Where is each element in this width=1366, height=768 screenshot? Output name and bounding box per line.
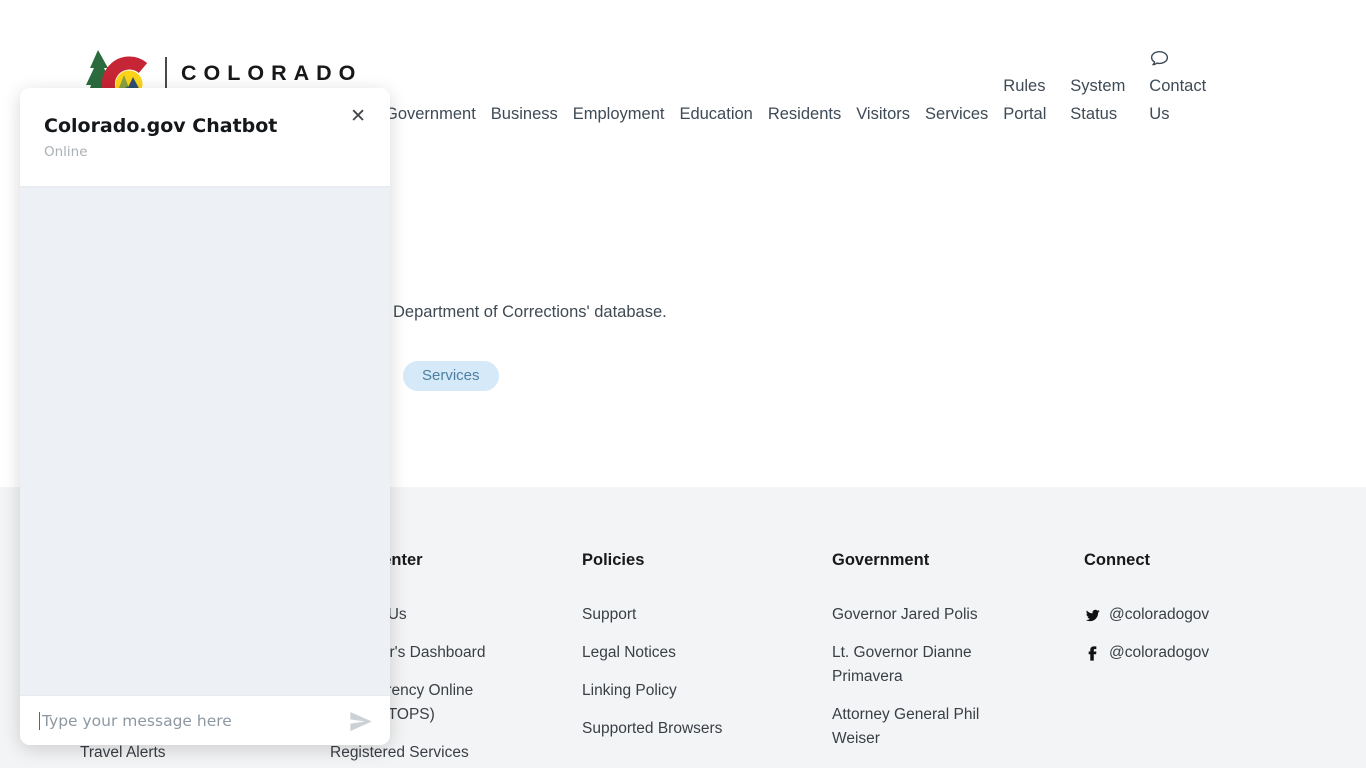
footer-link-lt-governor[interactable]: Lt. Governor Dianne Primavera: [832, 641, 997, 689]
send-icon: [347, 708, 374, 735]
chatbot-close-icon[interactable]: ✕: [350, 107, 366, 126]
nav-item-rules-portal[interactable]: Rules Portal: [1003, 72, 1055, 128]
nav-item-residents[interactable]: Residents: [768, 101, 841, 128]
footer-link-support[interactable]: Support: [582, 603, 762, 627]
nav-item-employment[interactable]: Employment: [573, 101, 665, 128]
page-description: Department of Corrections' database.: [393, 303, 667, 322]
page: COLORADO Government Business Employment …: [0, 0, 1366, 768]
chatbot-title: Colorado.gov Chatbot: [44, 114, 366, 138]
chat-bubble-icon: [1149, 48, 1170, 69]
twitter-handle: @coloradogov: [1109, 603, 1209, 627]
facebook-icon: [1084, 645, 1101, 662]
contact-us-label: Contact Us: [1149, 72, 1219, 128]
footer-link-attorney-general[interactable]: Attorney General Phil Weiser: [832, 703, 997, 751]
footer-heading-policies: Policies: [582, 549, 762, 571]
services-tag[interactable]: Services: [403, 361, 499, 391]
footer-link-governor[interactable]: Governor Jared Polis: [832, 603, 997, 627]
text-caret: [39, 712, 40, 730]
footer-column-policies: Policies Support Legal Notices Linking P…: [582, 549, 762, 755]
chatbot-input-bar: [20, 695, 390, 745]
chatbot-message-area: [20, 186, 390, 695]
send-message-button[interactable]: [347, 708, 374, 735]
chatbot-header: Colorado.gov Chatbot Online ✕: [20, 88, 390, 186]
twitter-icon: [1084, 607, 1101, 624]
nav-item-business[interactable]: Business: [491, 101, 558, 128]
footer-heading-connect: Connect: [1084, 549, 1284, 571]
footer-link-facebook[interactable]: @coloradogov: [1084, 641, 1284, 665]
footer-column-connect: Connect @coloradogov @coloradogov: [1084, 549, 1284, 679]
chatbot-message-input[interactable]: [42, 712, 338, 730]
nav-item-system-status[interactable]: System Status: [1070, 72, 1134, 128]
footer-heading-government: Government: [832, 549, 997, 571]
facebook-handle: @coloradogov: [1109, 641, 1209, 665]
footer-link-legal-notices[interactable]: Legal Notices: [582, 641, 762, 665]
primary-nav: Government Business Employment Education…: [385, 40, 1219, 128]
nav-item-services[interactable]: Services: [925, 101, 988, 128]
chatbot-panel: Colorado.gov Chatbot Online ✕: [20, 88, 390, 745]
nav-item-education[interactable]: Education: [679, 101, 752, 128]
footer-link-twitter[interactable]: @coloradogov: [1084, 603, 1284, 627]
nav-item-visitors[interactable]: Visitors: [856, 101, 910, 128]
footer-link-linking-policy[interactable]: Linking Policy: [582, 679, 762, 703]
footer-link-supported-browsers[interactable]: Supported Browsers: [582, 717, 762, 741]
footer-column-government: Government Governor Jared Polis Lt. Gove…: [832, 549, 997, 765]
chatbot-status: Online: [44, 144, 366, 160]
nav-item-contact-us[interactable]: Contact Us: [1149, 48, 1219, 128]
nav-item-government[interactable]: Government: [385, 101, 476, 128]
wordmark: COLORADO: [181, 61, 362, 86]
